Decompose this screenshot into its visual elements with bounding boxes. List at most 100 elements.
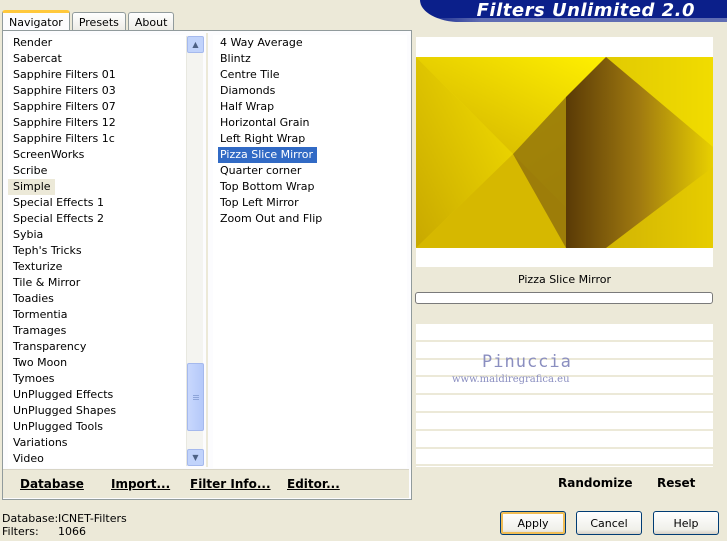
category-item-label: Variations <box>13 436 68 449</box>
category-item[interactable]: Simple <box>8 179 186 195</box>
category-item[interactable]: UnPlugged Shapes <box>8 403 186 419</box>
category-item[interactable]: Sapphire Filters 03 <box>8 83 186 99</box>
category-list[interactable]: Render Sabercat Sapphire Filters 01 Sapphir… <box>8 35 186 468</box>
category-item[interactable]: Special Effects 2 <box>8 211 186 227</box>
category-item[interactable]: Sapphire Filters 07 <box>8 99 186 115</box>
tab-bar: Navigator Presets About <box>2 9 176 32</box>
category-item-label: UnPlugged Shapes <box>13 404 117 417</box>
category-item[interactable]: Texturize <box>8 259 186 275</box>
filter-item-label: Quarter corner <box>220 164 302 177</box>
category-item[interactable]: Tymoes <box>8 371 186 387</box>
category-item-label: Tramages <box>13 324 67 337</box>
category-item[interactable]: UnPlugged Effects <box>8 387 186 403</box>
filter-item-label: Zoom Out and Flip <box>220 212 323 225</box>
app-banner: Filters Unlimited 2.0 <box>420 0 727 22</box>
category-item[interactable]: Sapphire Filters 12 <box>8 115 186 131</box>
category-item[interactable]: UnPlugged Tools <box>8 419 186 435</box>
database-value: ICNET-Filters <box>58 512 127 525</box>
filter-item-label: Blintz <box>220 52 251 65</box>
scroll-down-button[interactable]: ▼ <box>187 449 204 466</box>
cancel-button[interactable]: Cancel <box>576 511 642 535</box>
import-button[interactable]: Import... <box>111 477 170 491</box>
category-item[interactable]: ScreenWorks <box>8 147 186 163</box>
filters-count-value: 1066 <box>58 525 86 538</box>
filter-item-label: Centre Tile <box>220 68 280 81</box>
category-item-label: Sapphire Filters 01 <box>13 68 116 81</box>
category-item-label: Scribe <box>13 164 48 177</box>
randomize-button[interactable]: Randomize <box>558 476 632 490</box>
apply-button[interactable]: Apply <box>500 511 566 535</box>
parameter-row <box>416 395 713 413</box>
category-item-label: Texturize <box>13 260 63 273</box>
scroll-up-button[interactable]: ▲ <box>187 36 204 53</box>
category-item[interactable]: Tormentia <box>8 307 186 323</box>
category-item-label: Tymoes <box>13 372 55 385</box>
category-item-label: UnPlugged Tools <box>13 420 103 433</box>
progress-bar <box>415 292 713 304</box>
category-item-label: Transparency <box>13 340 87 353</box>
parameter-row <box>416 449 713 467</box>
help-button[interactable]: Help <box>653 511 719 535</box>
category-item-label: Sapphire Filters 07 <box>13 100 116 113</box>
category-item[interactable]: Video <box>8 451 186 467</box>
filter-item[interactable]: Top Left Mirror <box>213 195 407 211</box>
filter-item[interactable]: Centre Tile <box>213 67 407 83</box>
filter-item[interactable]: Quarter corner <box>213 163 407 179</box>
filter-item[interactable]: Diamonds <box>213 83 407 99</box>
filter-item-label: Top Bottom Wrap <box>220 180 315 193</box>
category-scrollbar[interactable]: ▲ ▼ <box>186 36 204 466</box>
filter-item[interactable]: Top Bottom Wrap <box>213 179 407 195</box>
database-button[interactable]: Database <box>20 477 84 491</box>
chevron-up-icon: ▲ <box>192 40 199 49</box>
category-item[interactable]: Teph's Tricks <box>8 243 186 259</box>
parameter-row <box>416 413 713 431</box>
category-item[interactable]: Render <box>8 35 186 51</box>
category-item[interactable]: Sybia <box>8 227 186 243</box>
category-item-label: Special Effects 2 <box>13 212 105 225</box>
category-item[interactable]: Transparency <box>8 339 186 355</box>
category-item-label: Sybia <box>13 228 44 241</box>
category-item-label: Render <box>13 36 53 49</box>
category-item[interactable]: Tile & Mirror <box>8 275 186 291</box>
database-label: Database: <box>2 512 59 525</box>
filter-item[interactable]: Zoom Out and Flip <box>213 211 407 227</box>
category-item[interactable]: Two Moon <box>8 355 186 371</box>
category-item[interactable]: Scribe <box>8 163 186 179</box>
category-item-label: Simple <box>8 179 55 195</box>
watermark-name: Pinuccia <box>482 352 572 372</box>
category-item-label: Teph's Tricks <box>13 244 82 257</box>
category-item-label: Two Moon <box>13 356 68 369</box>
filter-item-label: Pizza Slice Mirror <box>218 147 318 163</box>
filter-info-button[interactable]: Filter Info... <box>190 477 271 491</box>
category-item[interactable]: Sapphire Filters 1c <box>8 131 186 147</box>
navigator-button-bar: Database Import... Filter Info... Editor… <box>3 469 409 498</box>
filter-item[interactable]: Pizza Slice Mirror <box>213 147 407 163</box>
scroll-thumb[interactable] <box>187 363 204 431</box>
category-item[interactable]: Sabercat <box>8 51 186 67</box>
category-item[interactable]: Special Effects 1 <box>8 195 186 211</box>
preview-frame <box>416 37 713 267</box>
preview-button-bar: Randomize Reset <box>416 469 713 498</box>
category-item-label: UnPlugged Effects <box>13 388 114 401</box>
filter-item[interactable]: Horizontal Grain <box>213 115 407 131</box>
filters-count-label: Filters: <box>2 525 39 538</box>
category-item[interactable]: Variations <box>8 435 186 451</box>
editor-button[interactable]: Editor... <box>287 477 340 491</box>
category-item[interactable]: Toadies <box>8 291 186 307</box>
filter-list[interactable]: 4 Way Average Blintz Centre Tile Diamonds Ha… <box>213 35 407 468</box>
filter-item[interactable]: Half Wrap <box>213 99 407 115</box>
filter-item[interactable]: 4 Way Average <box>213 35 407 51</box>
tab-presets[interactable]: Presets <box>71 12 126 31</box>
list-divider <box>206 33 208 467</box>
category-item-label: Toadies <box>13 292 54 305</box>
category-item[interactable]: Tramages <box>8 323 186 339</box>
category-item-label: Video <box>13 452 44 465</box>
filter-item[interactable]: Blintz <box>213 51 407 67</box>
tab-navigator[interactable]: Navigator <box>2 10 70 32</box>
category-item[interactable]: Sapphire Filters 01 <box>8 67 186 83</box>
status-area: Database:ICNET-Filters Filters: 1066 <box>2 512 127 538</box>
reset-button[interactable]: Reset <box>657 476 695 490</box>
filter-item[interactable]: Left Right Wrap <box>213 131 407 147</box>
chevron-down-icon: ▼ <box>192 453 199 462</box>
tab-about[interactable]: About <box>127 12 175 31</box>
